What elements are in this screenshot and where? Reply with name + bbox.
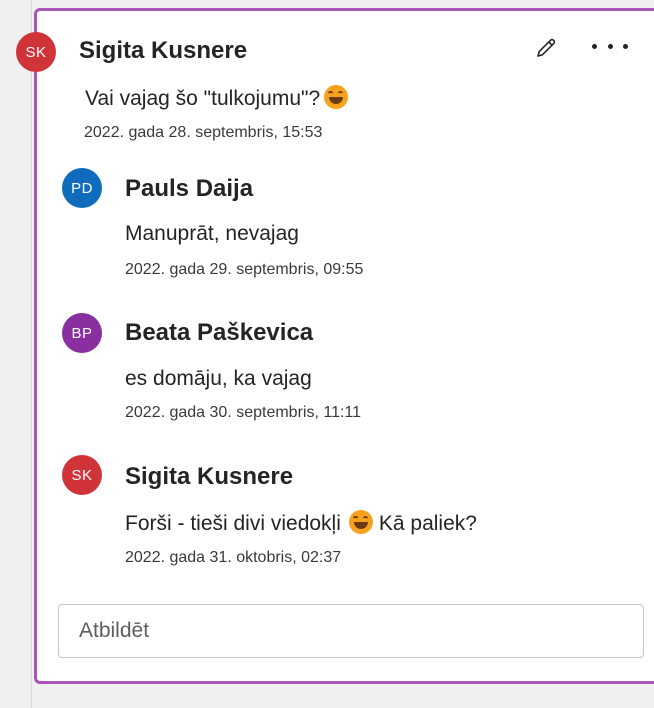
avatar: SK <box>16 32 56 72</box>
comment-text: Vai vajag šo "tulkojumu"? <box>85 85 349 111</box>
comment-author: Sigita Kusnere <box>79 37 248 64</box>
avatar-initials: BP <box>71 324 93 342</box>
reply-timestamp: 2022. gada 29. septembris, 09:55 <box>125 261 364 278</box>
reply-text: Forši - tieši divi viedokļi Kā paliek? <box>125 510 477 536</box>
comment-timestamp: 2022. gada 28. septembris, 15:53 <box>84 124 323 141</box>
grinning-face-emoji-icon <box>348 510 373 534</box>
grinning-face-emoji-icon <box>324 85 349 109</box>
avatar: BP <box>62 313 102 353</box>
avatar: SK <box>62 455 102 495</box>
reply-text-part: Kā paliek? <box>378 512 477 535</box>
pane-divider <box>0 0 32 708</box>
reply-author: Pauls Daija <box>125 175 254 202</box>
avatar-initials: PD <box>71 179 93 197</box>
reply-input[interactable] <box>58 604 644 658</box>
avatar-initials: SK <box>71 466 93 484</box>
reply-timestamp: 2022. gada 31. oktobris, 02:37 <box>125 549 342 566</box>
reply-author: Beata Paškevica <box>125 319 314 346</box>
reply-author: Sigita Kusnere <box>125 463 294 490</box>
reply-text-part: Forši - tieši divi viedokļi <box>125 512 341 535</box>
comment-text-body: Vai vajag šo "tulkojumu"? <box>85 87 321 110</box>
reply-timestamp: 2022. gada 30. septembris, 11:11 <box>125 404 362 421</box>
avatar-initials: SK <box>25 43 47 61</box>
reply-text: Manuprāt, nevajag <box>125 222 299 245</box>
pencil-icon[interactable] <box>534 36 558 60</box>
avatar: PD <box>62 168 102 208</box>
reply-text: es domāju, ka vajag <box>125 367 312 390</box>
more-options-icon[interactable] <box>592 34 628 58</box>
